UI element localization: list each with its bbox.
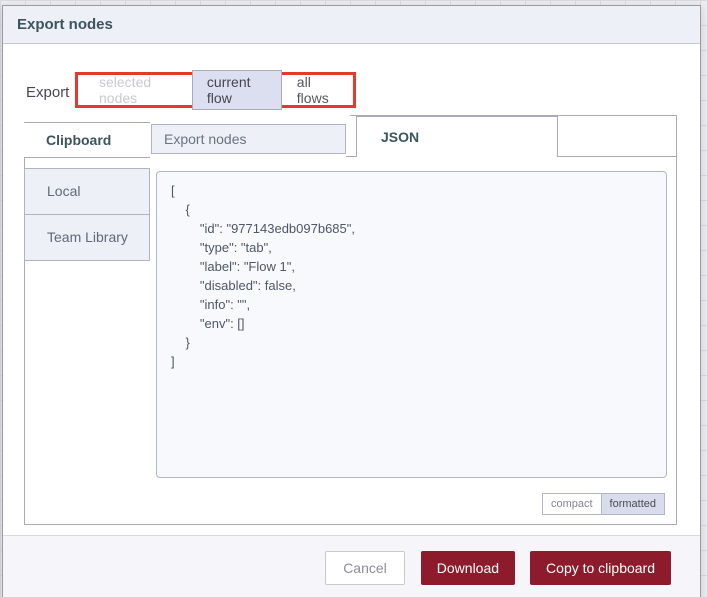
scope-current-flow-button[interactable]: current flow [191,70,282,110]
tabstrip-bottom-border-right [558,156,677,157]
red-annotation-rectangle: selected nodes current flow all flows [75,70,356,110]
export-json-content: [ { "id": "977143edb097b685", "type": "t… [171,183,355,369]
export-json-textarea[interactable]: [ { "id": "977143edb097b685", "type": "t… [156,171,667,478]
dialog-footer: Cancel Download Copy to clipboard [3,535,700,597]
cancel-button[interactable]: Cancel [325,551,405,585]
panel-right-border [676,115,677,525]
download-button[interactable]: Download [420,551,516,585]
compact-toggle-button[interactable]: compact [541,493,602,515]
node-red-workspace-background: Export nodes Export selected nodes curre… [0,0,707,597]
scope-all-flows-button[interactable]: all flows [282,70,353,110]
copy-to-clipboard-button[interactable]: Copy to clipboard [530,551,671,585]
scope-selected-nodes-button[interactable]: selected nodes [84,70,192,110]
formatted-toggle-button[interactable]: formatted [600,493,665,515]
tab-clipboard[interactable]: Clipboard [24,122,150,158]
export-scope-label: Export [26,84,70,101]
export-nodes-dialog: Export nodes Export selected nodes curre… [2,5,701,597]
tab-export-nodes[interactable]: Export nodes [151,124,346,154]
dialog-title: Export nodes [3,6,700,44]
tabstrip-bottom-border-left [346,156,356,157]
sidebar-item-local[interactable]: Local [24,168,150,215]
export-scope-button-group: selected nodes current flow all flows [84,70,353,110]
format-toggle-group: compact formatted [156,493,665,515]
tab-json[interactable]: JSON [356,116,558,157]
sidebar-item-team-library[interactable]: Team Library [24,214,150,261]
